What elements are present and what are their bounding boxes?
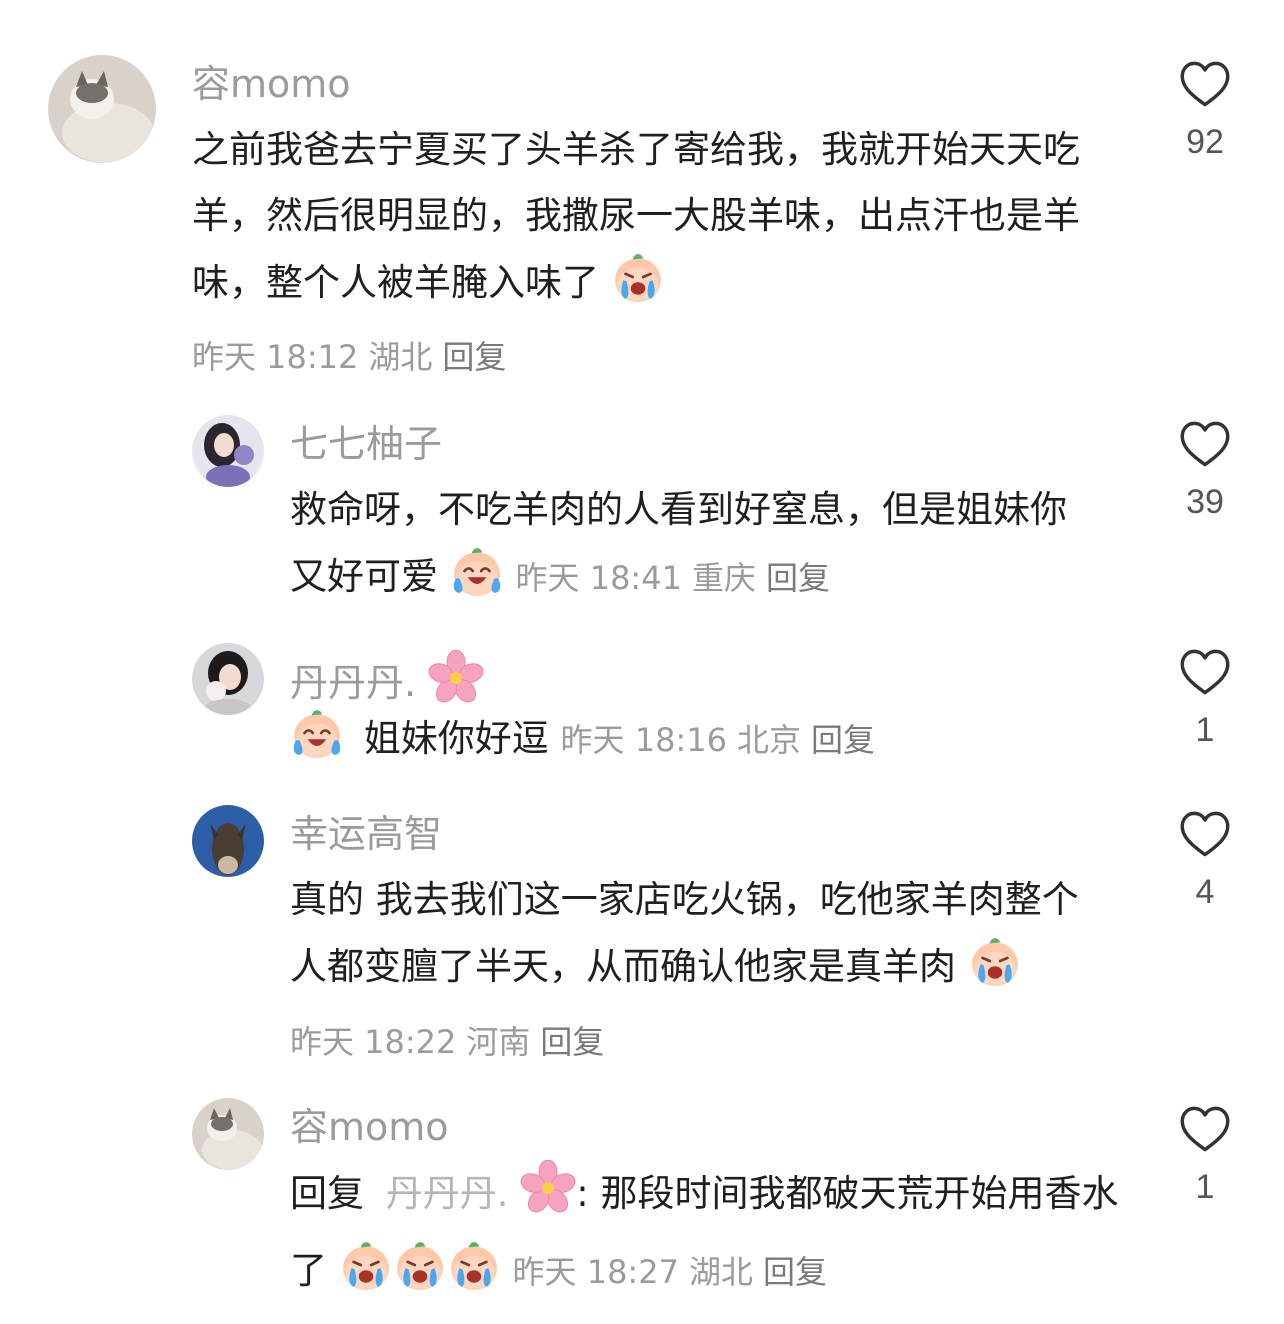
heart-icon[interactable] xyxy=(1179,60,1231,108)
reply-button[interactable]: 回复 xyxy=(540,1023,604,1061)
reply-separator: : xyxy=(576,1172,589,1215)
username[interactable]: 七七柚子 xyxy=(290,422,442,466)
reply-button[interactable]: 回复 xyxy=(763,1253,827,1291)
comment-location: 北京 xyxy=(736,721,801,759)
comment-location: 湖北 xyxy=(368,338,433,376)
comment-time: 昨天 18:12 xyxy=(192,338,359,376)
comment-text: 姐妹你好逗 昨天 18:16 北京 回复 xyxy=(290,705,1090,780)
avatar[interactable] xyxy=(48,55,156,163)
comment-body: 姐妹你好逗 xyxy=(363,717,549,760)
comment-text: 真的 我去我们这一家店吃火锅，吃他家羊肉整个人都变膻了半天，从而确认他家是真羊肉… xyxy=(290,867,1100,1075)
username[interactable]: 容momo xyxy=(290,1105,449,1149)
avatar[interactable] xyxy=(192,805,264,877)
like-button[interactable]: 92 xyxy=(1170,60,1240,162)
comment-body: 真的 我去我们这一家店吃火锅，吃他家羊肉整个人都变膻了半天，从而确认他家是真羊肉 xyxy=(290,878,1079,988)
reply-button[interactable]: 回复 xyxy=(442,338,506,376)
username[interactable]: 容momo xyxy=(192,62,351,106)
like-count: 1 xyxy=(1195,711,1215,749)
avatar[interactable] xyxy=(192,415,264,487)
avatar[interactable] xyxy=(192,643,264,715)
like-count: 1 xyxy=(1195,1168,1215,1206)
heart-icon[interactable] xyxy=(1179,810,1231,858)
reply-prefix: 回复 xyxy=(290,1172,364,1215)
comment-time: 昨天 18:27 xyxy=(512,1253,679,1291)
crying-face-emoji xyxy=(339,1237,393,1312)
like-button[interactable]: 39 xyxy=(1170,420,1240,522)
like-button[interactable]: 4 xyxy=(1170,810,1240,912)
comment-meta: 昨天 18:12 湖北 回复 xyxy=(192,324,1122,390)
comment-time: 昨天 18:16 xyxy=(560,721,727,759)
comment-meta: 昨天 18:22 河南 回复 xyxy=(290,1023,614,1061)
laugh-cry-face-emoji xyxy=(450,543,504,618)
like-count: 4 xyxy=(1195,873,1215,911)
comment-text: 救命呀，不吃羊肉的人看到好窒息，但是姐妹你又好可爱 昨天 18:41 重庆 回复 xyxy=(290,477,1090,618)
comment-meta: 昨天 18:27 湖北 回复 xyxy=(513,1253,837,1291)
like-button[interactable]: 1 xyxy=(1170,1105,1240,1207)
reply-button[interactable]: 回复 xyxy=(811,721,875,759)
crying-face-emoji xyxy=(968,933,1022,1008)
heart-icon[interactable] xyxy=(1179,648,1231,696)
reply-button[interactable]: 回复 xyxy=(766,559,830,597)
reply-to-username[interactable]: 丹丹丹. xyxy=(386,1172,509,1215)
heart-icon[interactable] xyxy=(1179,1105,1231,1153)
crying-face-emoji xyxy=(393,1237,447,1312)
comment-text: 之前我爸去宁夏买了头羊杀了寄给我，我就开始天天吃羊，然后很明显的，我撒尿一大股羊… xyxy=(192,117,1122,390)
comment-meta: 昨天 18:41 重庆 回复 xyxy=(516,559,840,597)
comment-time: 昨天 18:41 xyxy=(515,559,682,597)
comment-location: 重庆 xyxy=(691,559,756,597)
username[interactable]: 幸运高智 xyxy=(290,812,442,856)
comment-location: 河南 xyxy=(466,1023,531,1061)
username-text: 丹丹丹. xyxy=(290,661,417,705)
like-count: 92 xyxy=(1186,123,1224,161)
like-count: 39 xyxy=(1186,483,1224,521)
avatar[interactable] xyxy=(192,1098,264,1170)
comment-time: 昨天 18:22 xyxy=(290,1023,457,1061)
crying-face-emoji xyxy=(447,1237,501,1312)
crying-face-emoji xyxy=(611,249,665,324)
comment-text: 回复 丹丹丹. : 那段时间我都破天荒开始用香水了 昨天 18:27 湖北 回复 xyxy=(290,1159,1130,1312)
laugh-cry-face-emoji xyxy=(290,705,344,780)
like-button[interactable]: 1 xyxy=(1170,648,1240,750)
comment-location: 湖北 xyxy=(688,1253,753,1291)
cherry-blossom-icon xyxy=(518,1159,579,1237)
comment-meta: 昨天 18:16 北京 回复 xyxy=(561,721,885,759)
heart-icon[interactable] xyxy=(1179,420,1231,468)
